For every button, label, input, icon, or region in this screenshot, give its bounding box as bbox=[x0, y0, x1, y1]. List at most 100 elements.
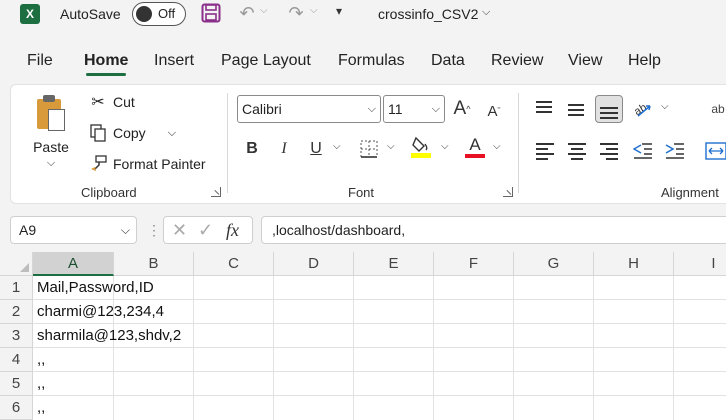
font-color-button[interactable]: A bbox=[463, 135, 487, 159]
autosave-label: AutoSave bbox=[60, 6, 121, 22]
font-size-select[interactable]: 11 ⌵ bbox=[383, 95, 445, 123]
borders-dropdown-icon[interactable]: ⌵ bbox=[387, 141, 395, 152]
top-align-icon[interactable] bbox=[533, 97, 557, 121]
column-header-a[interactable]: A bbox=[33, 252, 114, 276]
spreadsheet-grid: A B C D E F G H I 1 2 3 4 5 6 Mail,Passw… bbox=[0, 252, 726, 420]
paste-button[interactable]: Paste ⌵ bbox=[25, 93, 77, 177]
name-box-value: A9 bbox=[19, 222, 37, 238]
redo-dropdown-icon[interactable]: ⌵ bbox=[310, 5, 318, 16]
tab-insert[interactable]: Insert bbox=[154, 46, 194, 76]
font-name-value: Calibri bbox=[242, 101, 282, 117]
row-header-3[interactable]: 3 bbox=[0, 324, 33, 348]
copy-icon bbox=[87, 123, 109, 143]
row-header-1[interactable]: 1 bbox=[0, 276, 33, 300]
grid-line bbox=[193, 276, 194, 420]
borders-icon[interactable] bbox=[357, 137, 381, 161]
enter-icon[interactable]: ✓ bbox=[198, 220, 213, 241]
column-header-c[interactable]: C bbox=[194, 252, 274, 276]
merge-center-icon[interactable] bbox=[705, 139, 726, 163]
cut-button[interactable]: ✂ Cut bbox=[87, 91, 135, 113]
copy-dropdown-icon[interactable]: ⌵ bbox=[168, 127, 176, 140]
orientation-dropdown-icon[interactable]: ⌵ bbox=[661, 101, 669, 112]
font-group-label: Font bbox=[348, 185, 375, 200]
undo-dropdown-icon[interactable]: ⌵ bbox=[260, 5, 268, 16]
tab-view[interactable]: View bbox=[568, 46, 602, 76]
increase-font-size-button[interactable]: A ^ bbox=[451, 97, 473, 121]
font-color-bar bbox=[465, 153, 485, 158]
redo-icon[interactable]: ↷ bbox=[285, 3, 307, 23]
align-right-icon[interactable] bbox=[597, 139, 621, 163]
align-center-icon[interactable] bbox=[565, 139, 589, 163]
decrease-font-size-button[interactable]: Aˇ bbox=[483, 99, 505, 123]
cell-a4[interactable]: ,, bbox=[37, 348, 45, 372]
undo-icon[interactable]: ↶ bbox=[236, 3, 258, 23]
group-divider bbox=[227, 93, 228, 193]
tab-help[interactable]: Help bbox=[628, 46, 661, 76]
cell-a5[interactable]: ,, bbox=[37, 372, 45, 396]
orientation-icon[interactable]: ab bbox=[631, 97, 655, 121]
column-header-g[interactable]: G bbox=[514, 252, 594, 276]
wrap-text-icon[interactable]: ab bbox=[707, 97, 726, 121]
chevron-down-icon: ⌵ bbox=[431, 103, 440, 115]
font-color-letter: A bbox=[469, 134, 481, 154]
insert-function-icon[interactable]: fx bbox=[226, 220, 239, 241]
doc-title-chevron-icon[interactable]: ⌵ bbox=[482, 6, 490, 19]
copy-button[interactable]: Copy ⌵ bbox=[87, 122, 176, 144]
copy-label: Copy bbox=[113, 125, 146, 141]
customize-toolbar-icon[interactable]: ▾ bbox=[336, 4, 342, 18]
column-header-e[interactable]: E bbox=[354, 252, 434, 276]
bold-button[interactable]: B bbox=[241, 137, 263, 161]
font-color-dropdown-icon[interactable]: ⌵ bbox=[493, 141, 501, 152]
clipboard-launcher-icon[interactable] bbox=[211, 187, 221, 197]
underline-button[interactable]: U bbox=[305, 137, 327, 161]
tab-review[interactable]: Review bbox=[491, 46, 543, 76]
document-title[interactable]: crossinfo_CSV2 bbox=[378, 4, 478, 24]
formula-bar-grip-icon[interactable]: ⋮ bbox=[147, 222, 161, 239]
column-header-h[interactable]: H bbox=[594, 252, 674, 276]
font-name-select[interactable]: Calibri ⌵ bbox=[237, 95, 381, 123]
column-header-d[interactable]: D bbox=[274, 252, 354, 276]
name-box[interactable]: A9 ⌵ bbox=[10, 216, 137, 244]
autosave-toggle[interactable]: Off bbox=[132, 2, 186, 26]
title-bar: X AutoSave Off ↶ ⌵ ↷ ⌵ ▾ crossinfo_CSV2 … bbox=[0, 0, 726, 30]
column-header-b[interactable]: B bbox=[114, 252, 194, 276]
tab-page-layout[interactable]: Page Layout bbox=[221, 46, 311, 76]
underline-dropdown-icon[interactable]: ⌵ bbox=[333, 141, 341, 152]
fill-color-icon[interactable] bbox=[409, 135, 433, 159]
cell-a1[interactable]: Mail,Password,ID bbox=[37, 276, 154, 300]
cancel-icon[interactable]: ✕ bbox=[172, 220, 187, 241]
row-header-2[interactable]: 2 bbox=[0, 300, 33, 324]
grid-line bbox=[593, 276, 594, 420]
row-header-6[interactable]: 6 bbox=[0, 396, 33, 420]
cell-a6[interactable]: ,, bbox=[37, 396, 45, 420]
italic-button[interactable]: I bbox=[273, 137, 295, 161]
tab-data[interactable]: Data bbox=[431, 46, 465, 76]
paste-dropdown-icon[interactable]: ⌵ bbox=[47, 157, 55, 170]
fill-color-dropdown-icon[interactable]: ⌵ bbox=[441, 141, 449, 152]
ribbon-tabs: File Home Insert Page Layout Formulas Da… bbox=[0, 46, 726, 76]
formula-input[interactable]: ,localhost/dashboard, bbox=[261, 216, 726, 244]
row-header-4[interactable]: 4 bbox=[0, 348, 33, 372]
chevron-down-icon[interactable]: ⌵ bbox=[121, 217, 130, 243]
tab-file[interactable]: File bbox=[27, 46, 53, 76]
tab-formulas[interactable]: Formulas bbox=[338, 46, 405, 76]
column-header-i[interactable]: I bbox=[674, 252, 726, 276]
middle-align-icon[interactable] bbox=[565, 97, 589, 121]
align-left-icon[interactable] bbox=[533, 139, 557, 163]
increase-indent-icon[interactable] bbox=[663, 139, 687, 163]
row-header-5[interactable]: 5 bbox=[0, 372, 33, 396]
cell-a3[interactable]: sharmila@123,shdv,2 bbox=[37, 324, 181, 348]
bottom-align-icon[interactable] bbox=[595, 95, 623, 123]
font-launcher-icon[interactable] bbox=[503, 187, 513, 197]
cell-a2[interactable]: charmi@123,234,4 bbox=[37, 300, 164, 324]
chevron-down-icon: ⌵ bbox=[367, 103, 376, 115]
column-header-f[interactable]: F bbox=[434, 252, 514, 276]
paste-icon bbox=[35, 95, 67, 133]
format-painter-button[interactable]: Format Painter bbox=[87, 153, 206, 175]
save-icon[interactable] bbox=[201, 3, 221, 23]
ribbon-panel: Paste ⌵ ✂ Cut Copy ⌵ Format Painter Clip… bbox=[10, 84, 726, 204]
select-all-corner[interactable] bbox=[0, 252, 33, 276]
decrease-indent-icon[interactable] bbox=[631, 139, 655, 163]
tab-home[interactable]: Home bbox=[84, 46, 128, 76]
grid-line bbox=[33, 395, 726, 396]
